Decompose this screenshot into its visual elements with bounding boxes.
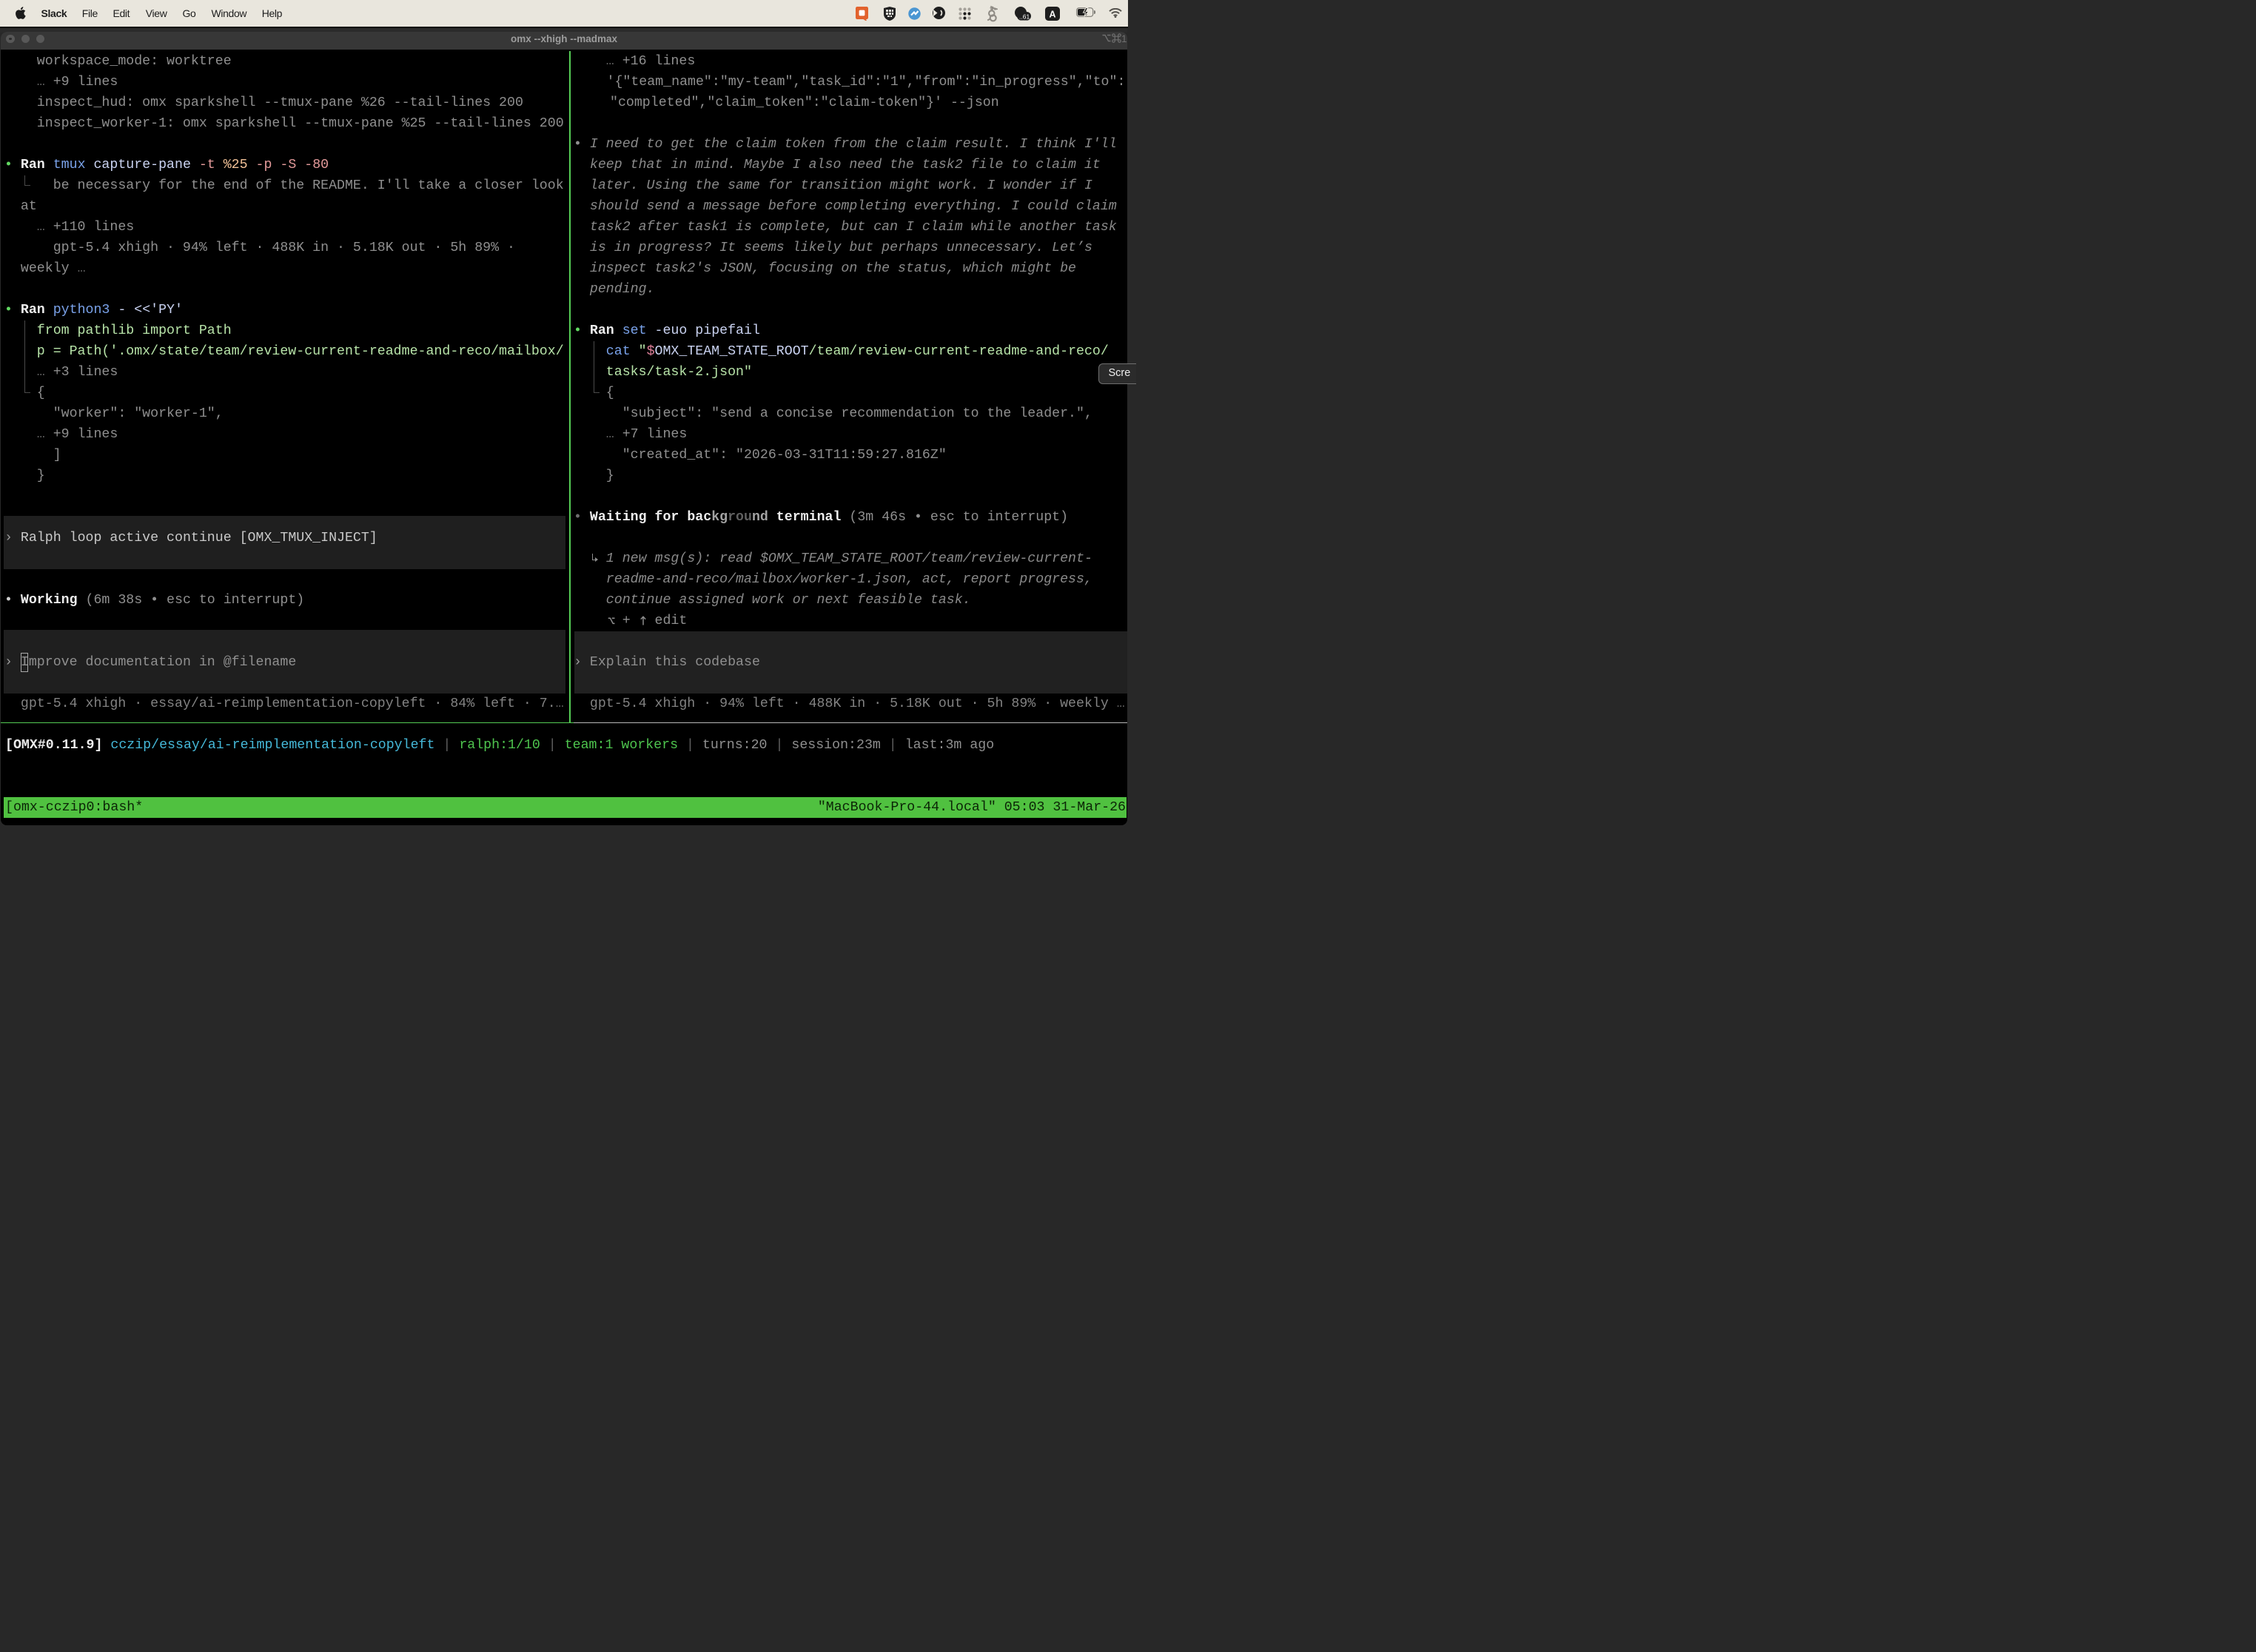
- svg-text:A: A: [1050, 10, 1056, 20]
- svg-text:..61: ..61: [1019, 13, 1030, 20]
